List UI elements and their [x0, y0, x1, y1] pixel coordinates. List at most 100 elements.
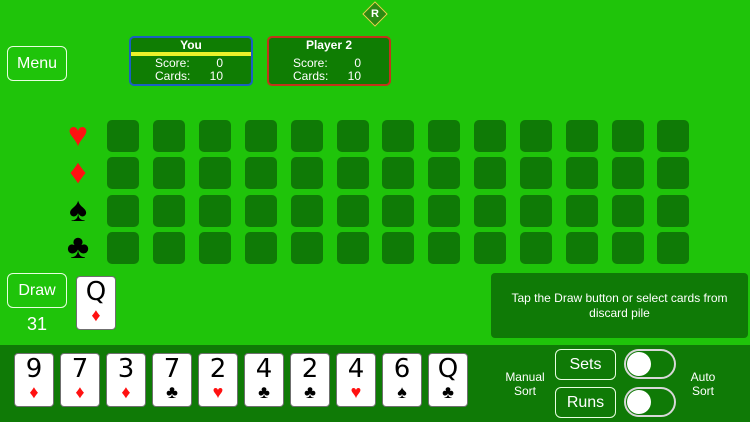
spade-icon: ♠ [397, 382, 407, 402]
sets-toggle[interactable] [624, 349, 676, 379]
hand-card[interactable]: 3 ♦ [106, 353, 146, 407]
meld-slot-spades[interactable] [245, 195, 277, 227]
meld-slot-spades[interactable] [657, 195, 689, 227]
club-icon: ♣ [258, 382, 270, 402]
card-rank: 7 [71, 354, 89, 384]
meld-slot-clubs[interactable] [428, 232, 460, 264]
meld-slot-hearts[interactable] [657, 120, 689, 152]
meld-slot-diamonds[interactable] [245, 157, 277, 189]
heart-icon: ♥ [350, 382, 362, 402]
player-2-scoreboard: Player 2 Score: 0 Cards: 10 [267, 36, 391, 86]
spades-icon: ♠ [68, 191, 88, 229]
card-rank: 2 [301, 354, 319, 384]
meld-slot-diamonds[interactable] [657, 157, 689, 189]
meld-slot-spades[interactable] [520, 195, 552, 227]
meld-slot-hearts[interactable] [428, 120, 460, 152]
meld-slot-spades[interactable] [153, 195, 185, 227]
card-rank: Q [437, 354, 459, 384]
meld-slot-hearts[interactable] [520, 120, 552, 152]
meld-slot-diamonds[interactable] [428, 157, 460, 189]
clubs-icon: ♣ [66, 228, 90, 266]
club-icon: ♣ [442, 382, 454, 402]
meld-slot-clubs[interactable] [291, 232, 323, 264]
hand-card[interactable]: 9 ♦ [14, 353, 54, 407]
player-name: Player 2 [305, 38, 353, 52]
meld-slot-hearts[interactable] [612, 120, 644, 152]
sort-runs-button[interactable]: Runs [555, 387, 616, 418]
meld-slot-clubs[interactable] [612, 232, 644, 264]
sort-sets-button[interactable]: Sets [555, 349, 616, 380]
cards-label: Cards: [155, 69, 191, 83]
draw-button[interactable]: Draw [7, 273, 67, 308]
meld-slot-spades[interactable] [199, 195, 231, 227]
hand-card[interactable]: 2 ♣ [290, 353, 330, 407]
runs-toggle[interactable] [624, 387, 676, 417]
meld-slot-spades[interactable] [337, 195, 369, 227]
meld-slot-diamonds[interactable] [566, 157, 598, 189]
card-rank: Q [85, 277, 107, 307]
meld-slot-hearts[interactable] [382, 120, 414, 152]
game-logo-letter: R [371, 8, 379, 20]
meld-slot-diamonds[interactable] [520, 157, 552, 189]
toggle-knob [627, 390, 651, 414]
meld-slot-clubs[interactable] [382, 232, 414, 264]
meld-slot-hearts[interactable] [199, 120, 231, 152]
meld-slot-clubs[interactable] [474, 232, 506, 264]
meld-slot-diamonds[interactable] [612, 157, 644, 189]
hand-card[interactable]: Q ♣ [428, 353, 468, 407]
diamond-icon: ♦ [91, 305, 101, 325]
meld-slot-spades[interactable] [566, 195, 598, 227]
cards-label: Cards: [293, 69, 329, 83]
instruction-text: Tap the Draw button or select cards from… [511, 290, 728, 320]
hand-card[interactable]: 4 ♣ [244, 353, 284, 407]
hand-card[interactable]: 6 ♠ [382, 353, 422, 407]
meld-slot-hearts[interactable] [291, 120, 323, 152]
meld-slot-spades[interactable] [291, 195, 323, 227]
meld-slot-clubs[interactable] [107, 232, 139, 264]
meld-slot-diamonds[interactable] [382, 157, 414, 189]
auto-sort-label: Auto Sort [690, 370, 716, 398]
player-name: You [180, 38, 202, 52]
meld-slot-hearts[interactable] [153, 120, 185, 152]
cards-value: 10 [347, 69, 361, 83]
hand-card[interactable]: 7 ♦ [60, 353, 100, 407]
meld-slot-clubs[interactable] [337, 232, 369, 264]
meld-slot-diamonds[interactable] [337, 157, 369, 189]
meld-slot-clubs[interactable] [657, 232, 689, 264]
meld-slot-hearts[interactable] [474, 120, 506, 152]
meld-slot-diamonds[interactable] [107, 157, 139, 189]
deck-count: 31 [26, 314, 48, 334]
meld-slot-hearts[interactable] [107, 120, 139, 152]
meld-slot-hearts[interactable] [566, 120, 598, 152]
meld-slot-clubs[interactable] [566, 232, 598, 264]
meld-slot-clubs[interactable] [520, 232, 552, 264]
meld-slot-clubs[interactable] [245, 232, 277, 264]
active-turn-indicator [131, 52, 251, 56]
meld-slot-hearts[interactable] [337, 120, 369, 152]
meld-slot-diamonds[interactable] [199, 157, 231, 189]
hand-card[interactable]: 4 ♥ [336, 353, 376, 407]
hand-card[interactable]: 2 ♥ [198, 353, 238, 407]
meld-slot-spades[interactable] [428, 195, 460, 227]
meld-slot-spades[interactable] [382, 195, 414, 227]
card-rank: 4 [347, 354, 365, 384]
cards-value: 10 [209, 69, 223, 83]
meld-slot-clubs[interactable] [199, 232, 231, 264]
meld-slot-diamonds[interactable] [153, 157, 185, 189]
heart-icon: ♥ [212, 382, 224, 402]
meld-slot-diamonds[interactable] [474, 157, 506, 189]
card-rank: 3 [117, 354, 135, 384]
meld-slot-spades[interactable] [107, 195, 139, 227]
meld-slot-spades[interactable] [612, 195, 644, 227]
diamond-icon: ♦ [121, 382, 131, 402]
menu-button[interactable]: Menu [7, 46, 67, 81]
meld-slot-diamonds[interactable] [291, 157, 323, 189]
discard-pile-card[interactable]: Q ♦ [76, 276, 116, 330]
hand-card[interactable]: 7 ♣ [152, 353, 192, 407]
diamond-icon: ♦ [29, 382, 39, 402]
meld-slot-clubs[interactable] [153, 232, 185, 264]
player-you-scoreboard: You Score: 0 Cards: 10 [129, 36, 253, 86]
meld-slot-hearts[interactable] [245, 120, 277, 152]
meld-slot-spades[interactable] [474, 195, 506, 227]
toggle-knob [627, 352, 651, 376]
